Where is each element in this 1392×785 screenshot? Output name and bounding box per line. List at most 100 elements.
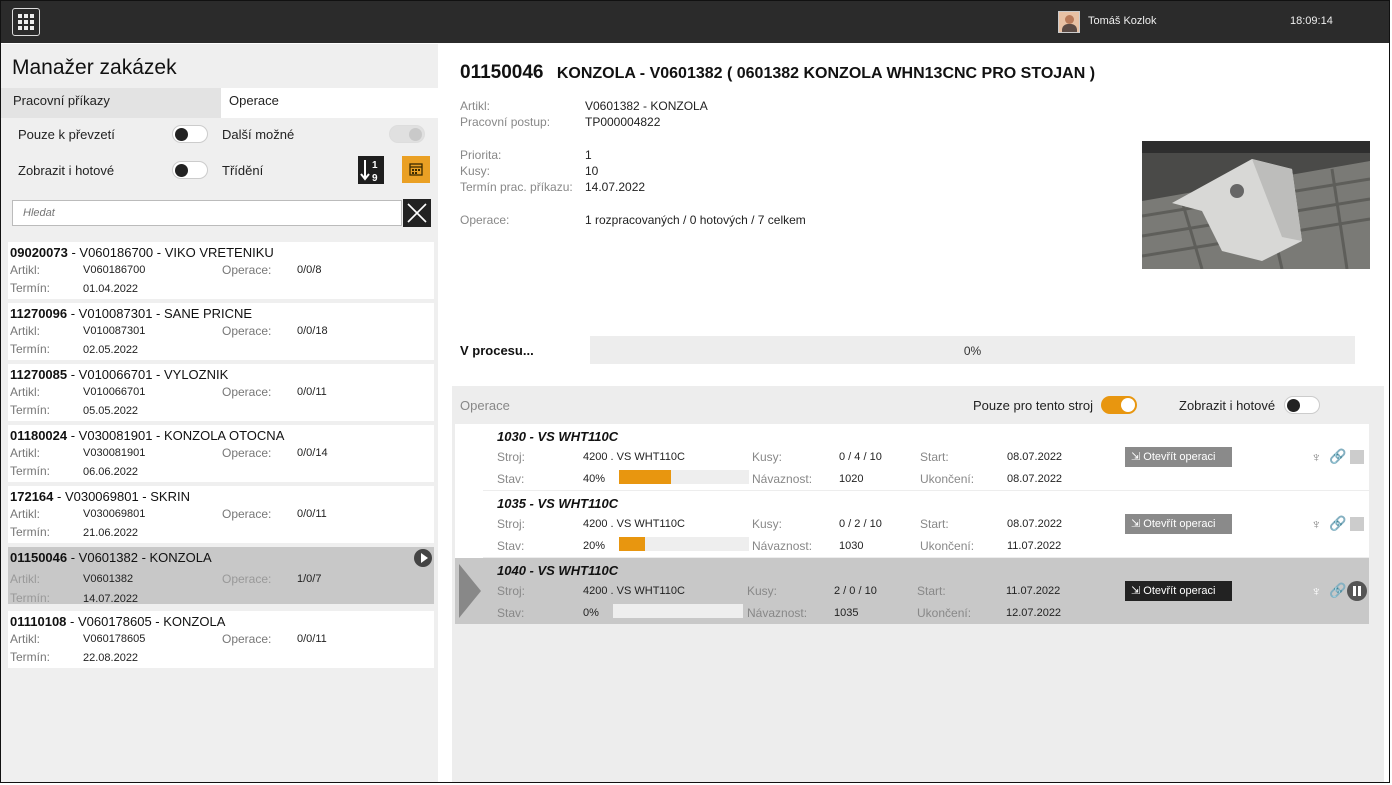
deadline-value: 22.08.2022 xyxy=(83,652,139,664)
status-square-icon[interactable] xyxy=(1350,450,1364,464)
pieces-value: 0 / 4 / 10 xyxy=(839,451,882,463)
operations-label: Operace: xyxy=(460,213,510,227)
operations-value: 0/0/14 xyxy=(297,447,328,459)
list-item-selected[interactable]: 01150046 - V0601382 - KONZOLA Artikl: V0… xyxy=(8,547,434,605)
operation-row[interactable]: 1035 - VS WHT110C Stroj: 4200 . VS WHT11… xyxy=(483,491,1369,557)
deadline-value: 14.07.2022 xyxy=(585,180,646,194)
avatar[interactable] xyxy=(1058,11,1080,33)
play-icon[interactable] xyxy=(414,549,432,567)
end-value: 12.07.2022 xyxy=(1006,607,1062,619)
open-operation-button[interactable]: ⇲ Otevřít operaci xyxy=(1125,581,1232,601)
show-done-toggle[interactable] xyxy=(172,161,208,179)
tab-work-orders[interactable]: Pracovní příkazy xyxy=(1,88,221,118)
clear-search-icon[interactable] xyxy=(403,199,431,227)
calendar-sort-icon[interactable] xyxy=(402,156,430,183)
operations-label: Operace: xyxy=(222,632,272,646)
search-box xyxy=(12,200,402,226)
start-label: Start: xyxy=(917,584,946,598)
order-name: - V010066701 - VYLOZNIK xyxy=(67,367,229,382)
start-label: Start: xyxy=(920,517,949,531)
start-value: 08.07.2022 xyxy=(1007,451,1063,463)
open-operation-button[interactable]: ⇲ Otevřít operaci xyxy=(1125,514,1232,534)
operations-label: Operace: xyxy=(222,446,272,460)
sort-numeric-icon[interactable]: 1 9 xyxy=(358,156,384,184)
deadline-value: 05.05.2022 xyxy=(83,405,139,417)
order-title: 01110108 - V060178605 - KONZOLA xyxy=(10,614,225,629)
only-takeover-toggle[interactable] xyxy=(172,125,208,143)
app-grid-icon[interactable] xyxy=(12,8,40,36)
ops-show-done-toggle[interactable] xyxy=(1284,396,1320,414)
operation-name: 1040 - VS WHT110C xyxy=(497,563,619,578)
open-operation-button[interactable]: ⇲ Otevřít operaci xyxy=(1125,447,1232,467)
order-number: 172164 xyxy=(10,489,54,504)
plug-icon[interactable]: ♆ xyxy=(1311,449,1322,465)
machine-value: 4200 . VS WHT110C xyxy=(583,451,685,463)
status-square-icon[interactable] xyxy=(1350,517,1364,531)
order-name: - V060186700 - VIKO VRETENIKU xyxy=(67,245,274,260)
state-label: Stav: xyxy=(497,539,525,553)
article-label: Artikl: xyxy=(10,572,40,586)
link-icon[interactable]: 🔗 xyxy=(1329,448,1346,465)
list-item[interactable]: 01110108 - V060178605 - KONZOLA Artikl: … xyxy=(8,611,434,668)
order-title: 01150046 - V0601382 - KONZOLA xyxy=(10,550,212,565)
deadline-label: Termín: xyxy=(10,650,51,664)
article-label: Artikl: xyxy=(10,446,40,460)
start-value: 11.07.2022 xyxy=(1006,585,1061,597)
open-operation-icon: ⇲ xyxy=(1131,518,1141,530)
list-item[interactable]: 172164 - V030069801 - SKRIN Artikl: V030… xyxy=(8,486,434,543)
operation-row[interactable]: 1030 - VS WHT110C Stroj: 4200 . VS WHT11… xyxy=(483,424,1369,490)
tab-operations[interactable]: Operace xyxy=(221,88,438,118)
clock: 18:09:14 xyxy=(1290,15,1333,27)
sequence-label: Návaznost: xyxy=(752,539,813,553)
link-icon[interactable]: 🔗 xyxy=(1329,582,1346,599)
operations-label: Operace: xyxy=(222,263,272,277)
state-value: 0% xyxy=(583,607,599,619)
sequence-value: 1030 xyxy=(839,540,864,552)
machine-label: Stroj: xyxy=(497,584,526,598)
link-icon[interactable]: 🔗 xyxy=(1329,515,1346,532)
operation-progress-fill xyxy=(619,470,671,484)
order-detail-title: 01150046 KONZOLA - V0601382 ( 0601382 KO… xyxy=(460,62,1095,84)
operations-value: 0/0/11 xyxy=(297,508,327,520)
order-detail-name: KONZOLA - V0601382 ( 0601382 KONZOLA WHN… xyxy=(556,65,1096,82)
operation-progress-bar xyxy=(619,470,749,484)
deadline-value: 06.06.2022 xyxy=(83,466,139,478)
order-progress-text: 0% xyxy=(963,344,982,358)
operation-progress-bar xyxy=(613,604,743,618)
only-this-machine-toggle[interactable] xyxy=(1101,396,1137,414)
pieces-value: 2 / 0 / 10 xyxy=(834,585,877,597)
order-title: 01180024 - V030081901 - KONZOLA OTOCNA xyxy=(10,428,284,443)
open-operation-icon: ⇲ xyxy=(1131,451,1141,463)
machine-value: 4200 . VS WHT110C xyxy=(583,518,685,530)
search-input[interactable] xyxy=(21,201,395,225)
deadline-value: 01.04.2022 xyxy=(83,283,139,295)
order-progress-bar: 0% xyxy=(590,336,1355,364)
routing-value: TP000004822 xyxy=(585,115,661,129)
machine-label: Stroj: xyxy=(497,517,526,531)
order-title: 11270085 - V010066701 - VYLOZNIK xyxy=(10,367,228,382)
order-name: - V0601382 - KONZOLA xyxy=(67,550,212,565)
state-value: 40% xyxy=(583,473,606,485)
operation-row-selected[interactable]: 1040 - VS WHT110C Stroj: 4200 . VS WHT11… xyxy=(483,558,1369,624)
list-item[interactable]: 11270096 - V010087301 - SANE PRICNE Arti… xyxy=(8,303,434,360)
list-item[interactable]: 09020073 - V060186700 - VIKO VRETENIKU A… xyxy=(8,242,434,299)
plug-icon[interactable]: ♆ xyxy=(1311,583,1322,599)
plug-icon[interactable]: ♆ xyxy=(1311,516,1322,532)
article-value: V0601382 - KONZOLA xyxy=(585,99,708,113)
order-name: - V010087301 - SANE PRICNE xyxy=(67,306,253,321)
open-operation-label: Otevřít operaci xyxy=(1143,451,1216,463)
operation-progress-bar xyxy=(619,537,749,551)
pause-icon[interactable] xyxy=(1347,581,1367,601)
open-operation-label: Otevřít operaci xyxy=(1143,518,1216,530)
sequence-value: 1020 xyxy=(839,473,864,485)
deadline-label: Termín: xyxy=(10,403,51,417)
list-item[interactable]: 01180024 - V030081901 - KONZOLA OTOCNA A… xyxy=(8,425,434,482)
more-possible-toggle[interactable] xyxy=(389,125,425,143)
routing-label: Pracovní postup: xyxy=(460,115,551,129)
deadline-label: Termín: xyxy=(10,281,51,295)
article-value: V010087301 xyxy=(83,325,146,337)
list-item[interactable]: 11270085 - V010066701 - VYLOZNIK Artikl:… xyxy=(8,364,434,421)
deadline-label: Termín: xyxy=(10,464,51,478)
sort-label: Třídění xyxy=(222,163,264,178)
order-name: - V030069801 - SKRIN xyxy=(53,489,190,504)
